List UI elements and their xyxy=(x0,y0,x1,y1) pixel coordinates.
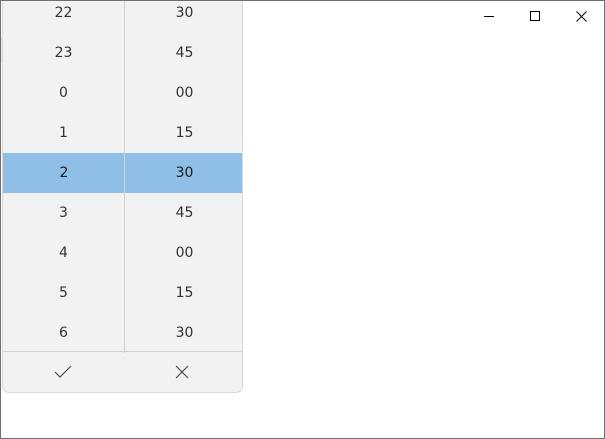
caption-buttons xyxy=(466,1,604,31)
hour-option[interactable]: 4 xyxy=(3,233,124,273)
accept-button[interactable] xyxy=(3,352,123,392)
minimize-icon xyxy=(484,16,494,17)
hour-option[interactable]: 6 xyxy=(3,313,124,353)
hour-option[interactable]: 23 xyxy=(3,33,124,73)
minute-option[interactable]: 15 xyxy=(125,273,242,313)
dismiss-button[interactable] xyxy=(123,352,243,392)
maximize-icon xyxy=(530,11,540,21)
minute-option[interactable]: 45 xyxy=(125,193,242,233)
minute-option[interactable]: 30 xyxy=(125,313,242,353)
time-picker-footer xyxy=(3,351,242,392)
app-window: 22 23 0 1 2 3 4 5 6 30 45 00 15 30 45 00 15 30 xyxy=(0,0,605,439)
minute-option-selected[interactable]: 30 xyxy=(125,153,242,193)
minimize-button[interactable] xyxy=(466,1,512,31)
minute-option[interactable]: 15 xyxy=(125,113,242,153)
time-picker-columns: 22 23 0 1 2 3 4 5 6 30 45 00 15 30 45 00 15 30 xyxy=(3,1,242,353)
hour-option[interactable]: 3 xyxy=(3,193,124,233)
minute-option[interactable]: 00 xyxy=(125,73,242,113)
close-icon xyxy=(575,10,587,22)
minute-option[interactable]: 45 xyxy=(125,33,242,73)
hour-option[interactable]: 1 xyxy=(3,113,124,153)
hour-option[interactable]: 22 xyxy=(3,1,124,33)
close-icon xyxy=(175,365,189,379)
minute-column[interactable]: 30 45 00 15 30 45 00 15 30 xyxy=(124,1,242,353)
time-picker-flyout: 22 23 0 1 2 3 4 5 6 30 45 00 15 30 45 00 15 30 xyxy=(2,1,243,393)
minute-option[interactable]: 00 xyxy=(125,233,242,273)
checkmark-icon xyxy=(54,365,72,378)
hour-option-selected[interactable]: 2 xyxy=(3,153,125,193)
minute-option[interactable]: 30 xyxy=(125,1,242,33)
hour-column[interactable]: 22 23 0 1 2 3 4 5 6 xyxy=(3,1,125,353)
close-button[interactable] xyxy=(558,1,604,31)
maximize-button[interactable] xyxy=(512,1,558,31)
hour-option[interactable]: 5 xyxy=(3,273,124,313)
hour-option[interactable]: 0 xyxy=(3,73,124,113)
